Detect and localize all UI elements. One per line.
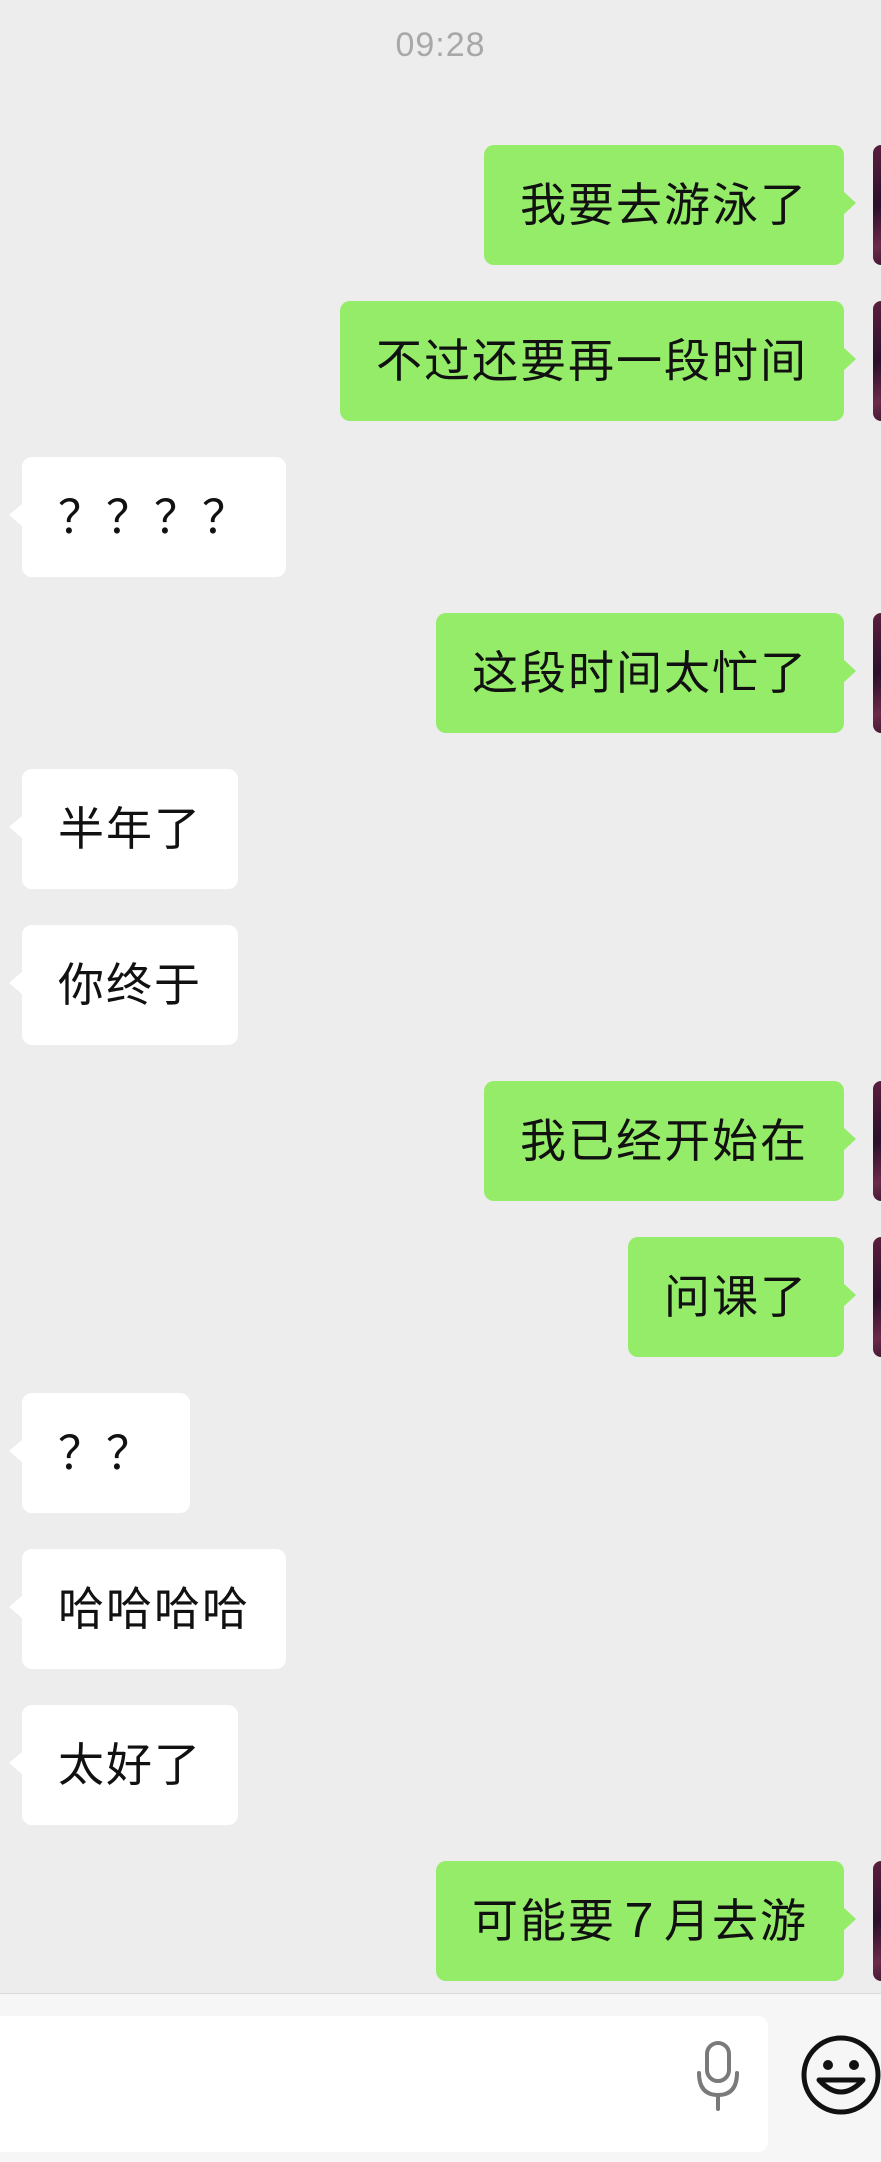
outgoing-message-bubble[interactable]: 不过还要再一段时间	[340, 301, 844, 421]
bubble-tail	[9, 971, 23, 995]
bubble-tail	[843, 347, 856, 371]
chat-timestamp: 09:28	[395, 26, 486, 64]
my-avatar[interactable]	[873, 1081, 881, 1201]
message-row: 问课了	[0, 1237, 881, 1357]
message-input[interactable]	[0, 2016, 768, 2152]
smiley-emoji-icon[interactable]	[800, 2034, 881, 2116]
incoming-message-bubble[interactable]: 太好了	[22, 1705, 238, 1825]
my-avatar[interactable]	[873, 145, 881, 265]
bubble-tail	[843, 1283, 856, 1307]
message-row: ？？	[0, 1393, 881, 1513]
incoming-message-bubble[interactable]: ？？	[22, 1393, 190, 1513]
bubble-tail	[843, 659, 856, 683]
incoming-message-bubble[interactable]: 半年了	[22, 769, 238, 889]
bubble-tail	[843, 1907, 856, 1931]
message-row: 半年了	[0, 769, 881, 889]
bubble-tail	[9, 1439, 23, 1463]
input-bar	[0, 1993, 881, 2162]
bubble-tail	[9, 815, 23, 839]
outgoing-message-bubble[interactable]: 问课了	[628, 1237, 844, 1357]
message-row: 不过还要再一段时间	[0, 301, 881, 421]
message-row: 你终于	[0, 925, 881, 1045]
message-row: 太好了	[0, 1705, 881, 1825]
message-row: 可能要７月去游	[0, 1861, 881, 1981]
message-row: 我已经开始在	[0, 1081, 881, 1201]
outgoing-message-bubble[interactable]: 我要去游泳了	[484, 145, 844, 265]
incoming-message-bubble[interactable]: 你终于	[22, 925, 238, 1045]
outgoing-message-bubble[interactable]: 我已经开始在	[484, 1081, 844, 1201]
outgoing-message-bubble[interactable]: 可能要７月去游	[436, 1861, 844, 1981]
my-avatar[interactable]	[873, 1861, 881, 1981]
my-avatar[interactable]	[873, 1237, 881, 1357]
message-row: 这段时间太忙了	[0, 613, 881, 733]
my-avatar[interactable]	[873, 613, 881, 733]
my-avatar[interactable]	[873, 301, 881, 421]
bubble-tail	[9, 1595, 23, 1619]
bubble-tail	[9, 1751, 23, 1775]
message-row: 哈哈哈哈	[0, 1549, 881, 1669]
incoming-message-bubble[interactable]: 哈哈哈哈	[22, 1549, 286, 1669]
bubble-tail	[9, 503, 23, 527]
incoming-message-bubble[interactable]: ？？？？	[22, 457, 286, 577]
outgoing-message-bubble[interactable]: 这段时间太忙了	[436, 613, 844, 733]
message-row: ？？？？	[0, 457, 881, 577]
bubble-tail	[843, 1127, 856, 1151]
microphone-icon[interactable]	[693, 2039, 743, 2114]
bubble-tail	[843, 191, 856, 215]
message-row: 我要去游泳了	[0, 145, 881, 265]
